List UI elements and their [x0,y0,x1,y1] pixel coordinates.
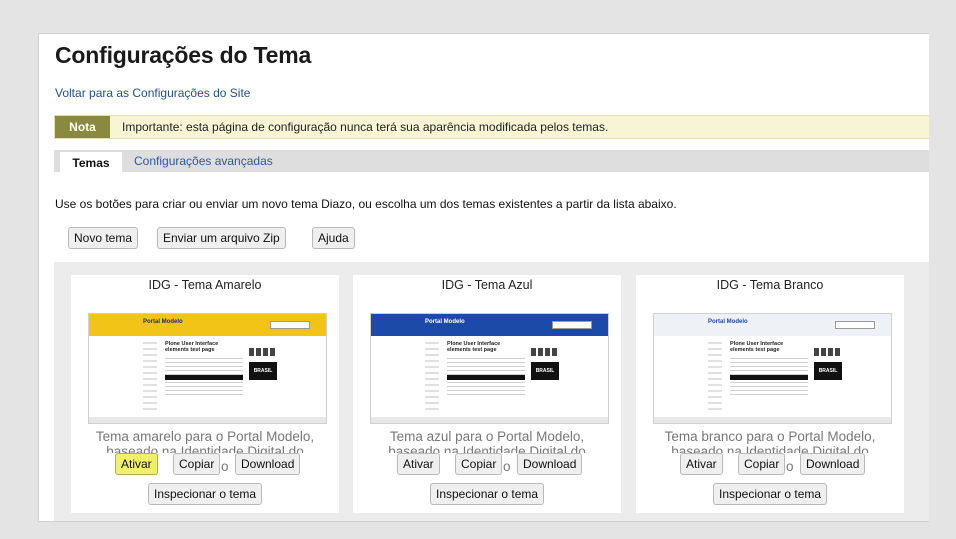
preview-search [552,321,592,329]
copy-button[interactable]: Copiar [738,453,786,475]
activate-button[interactable]: Ativar [115,453,158,475]
theme-description-line2: baseado na Identidade Digital do [671,444,869,453]
preview-bar [447,375,525,380]
note-banner: Nota Importante: esta página de configur… [54,115,929,139]
preview-nav [708,342,722,414]
inspect-theme-button[interactable]: Inspecionar o tema [430,483,545,505]
theme-description: Tema azul para o Portal Modelo, [389,429,585,444]
preview-social [531,348,559,356]
preview-footer [654,417,891,423]
preview-brasil-badge: BRASIL [814,362,842,380]
preview-title: Plone User Interface elements test page [447,341,501,353]
inspect-theme-button[interactable]: Inspecionar o tema [713,483,828,505]
note-label: Nota [55,116,110,138]
theme-description-tail: o [786,459,794,474]
activate-button[interactable]: Ativar [680,453,723,475]
tab-bar: Temas Configurações avançadas [54,150,929,174]
page-title: Configurações do Tema [55,42,312,68]
theme-card-azul: IDG - Tema Azul Portal Modelo Plone User… [353,275,621,513]
theme-preview-image: Portal Modelo Plone User Interface eleme… [653,313,892,424]
preview-header: Portal Modelo [89,314,326,336]
preview-logo: Portal Modelo [708,319,748,325]
help-button[interactable]: Ajuda [312,227,355,249]
new-theme-button[interactable]: Novo tema [68,227,139,249]
preview-bar [730,375,808,380]
tab-temas[interactable]: Temas [60,152,122,174]
download-button[interactable]: Download [235,453,301,475]
inspect-theme-button[interactable]: Inspecionar o tema [148,483,263,505]
preview-nav [143,342,157,414]
preview-footer [89,417,326,423]
preview-search [270,321,310,329]
note-text: Importante: esta página de configuração … [122,120,609,134]
theme-preview-image: Portal Modelo Plone User Interface eleme… [88,313,327,424]
preview-footer [371,417,608,423]
tab-advanced-settings[interactable]: Configurações avançadas [134,150,273,172]
copy-button[interactable]: Copiar [455,453,503,475]
theme-description-tail: o [503,459,511,474]
theme-name: IDG - Tema Azul [441,278,533,292]
download-button[interactable]: Download [517,453,583,475]
preview-header: Portal Modelo [371,314,608,336]
intro-text: Use os botões para criar ou enviar um no… [55,197,677,211]
preview-social [249,348,277,356]
theme-name: IDG - Tema Branco [716,278,824,292]
download-button[interactable]: Download [800,453,866,475]
preview-brasil-badge: BRASIL [249,362,277,380]
preview-nav [425,342,439,414]
preview-bar [165,375,243,380]
theme-card-branco: IDG - Tema Branco Portal Modelo Plone Us… [636,275,904,513]
preview-header: Portal Modelo [654,314,891,336]
theme-name: IDG - Tema Amarelo [148,278,262,292]
preview-logo: Portal Modelo [143,319,183,325]
preview-search [835,321,875,329]
theme-description-line2: baseado na Identidade Digital do [388,444,586,453]
preview-brasil-badge: BRASIL [531,362,559,380]
back-to-site-settings-link[interactable]: Voltar para as Configurações do Site [55,86,250,100]
theme-description: Tema branco para o Portal Modelo, [664,429,876,444]
upload-zip-button[interactable]: Enviar um arquivo Zip [157,227,286,249]
theme-card-amarelo: IDG - Tema Amarelo Portal Modelo Plone U… [71,275,339,513]
theme-settings-panel: Configurações do Tema Voltar para as Con… [38,33,929,522]
theme-description-line2: baseado na Identidade Digital do [106,444,304,453]
theme-description-tail: o [221,459,229,474]
copy-button[interactable]: Copiar [173,453,221,475]
theme-preview-image: Portal Modelo Plone User Interface eleme… [370,313,609,424]
preview-logo: Portal Modelo [425,319,465,325]
activate-button[interactable]: Ativar [397,453,440,475]
preview-social [814,348,842,356]
preview-title: Plone User Interface elements test page [730,341,784,353]
theme-description: Tema amarelo para o Portal Modelo, [95,429,315,444]
preview-title: Plone User Interface elements test page [165,341,219,353]
theme-list: IDG - Tema Amarelo Portal Modelo Plone U… [54,262,929,521]
